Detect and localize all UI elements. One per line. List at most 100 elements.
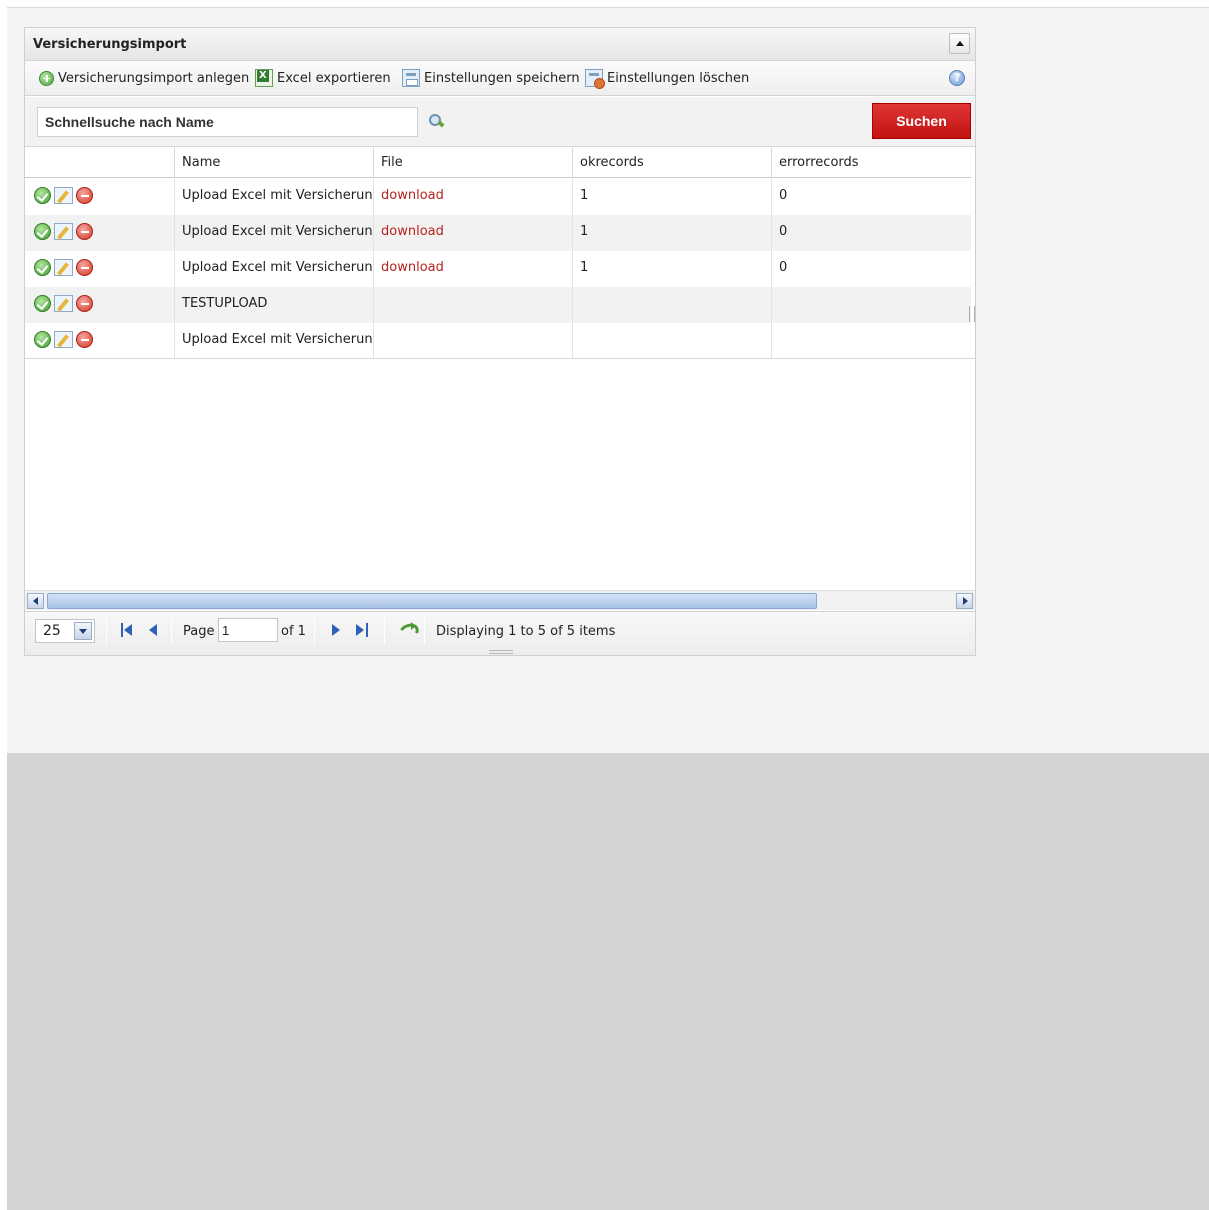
download-link[interactable]: download <box>373 179 572 215</box>
table-row[interactable]: Upload Excel mit Versicherungsdaten down… <box>25 251 971 287</box>
lower-area <box>7 753 1209 1210</box>
separator <box>314 618 315 644</box>
page-size-select[interactable]: 25 <box>35 619 95 643</box>
page-count: of 1 <box>281 624 306 639</box>
panel-header: Versicherungsimport <box>25 28 975 61</box>
paging-toolbar: 25 Page of 1 Displaying 1 to 5 of 5 item… <box>25 611 975 655</box>
download-link[interactable]: download <box>373 251 572 287</box>
row-actions <box>34 295 93 312</box>
cell-okrecords <box>572 287 771 323</box>
chevron-down-icon[interactable] <box>74 622 92 640</box>
edit-icon[interactable] <box>54 331 73 348</box>
cell-name: TESTUPLOAD <box>174 287 373 323</box>
column-header-errorrecords[interactable]: errorrecords <box>771 148 971 178</box>
cell-name: Upload Excel mit Versicherungsdaten <box>174 215 373 251</box>
cell-errorrecords: 0 <box>771 251 971 287</box>
excel-export-label: Excel exportieren <box>277 70 391 86</box>
column-header-file[interactable]: File <box>373 148 572 178</box>
row-actions <box>34 187 93 204</box>
quick-search-input[interactable] <box>37 107 418 137</box>
delete-settings-button[interactable]: Einstellungen löschen <box>585 69 750 89</box>
scroll-right-icon[interactable] <box>956 593 973 609</box>
cell-file <box>373 287 572 323</box>
separator <box>106 618 107 644</box>
remove-icon[interactable] <box>76 295 93 312</box>
page-size-value: 25 <box>43 623 61 639</box>
scroll-left-icon[interactable] <box>27 593 44 609</box>
column-header-actions[interactable] <box>25 148 174 178</box>
add-import-label: Versicherungsimport anlegen <box>58 70 250 86</box>
cell-okrecords <box>572 323 771 359</box>
edit-icon[interactable] <box>54 295 73 312</box>
cell-name: Upload Excel mit Versicherungsdaten <box>174 179 373 215</box>
collapse-button[interactable] <box>949 33 970 54</box>
prev-page-icon[interactable] <box>146 623 160 637</box>
edit-icon[interactable] <box>54 187 73 204</box>
search-button[interactable]: Suchen <box>872 103 971 139</box>
cell-errorrecords <box>771 287 971 323</box>
table-row[interactable]: TESTUPLOAD <box>25 287 971 323</box>
table-row[interactable]: Upload Excel mit Versicherungsdaten down… <box>25 179 971 215</box>
add-import-button[interactable]: Versicherungsimport anlegen <box>39 69 249 87</box>
cell-okrecords: 1 <box>572 251 771 287</box>
save-settings-icon <box>402 69 420 87</box>
cell-errorrecords: 0 <box>771 215 971 251</box>
separator <box>171 618 172 644</box>
horizontal-scrollbar[interactable] <box>25 590 975 610</box>
delete-settings-label: Einstellungen löschen <box>607 70 750 86</box>
approve-icon[interactable] <box>34 295 51 312</box>
resize-handle[interactable] <box>489 650 513 654</box>
help-icon[interactable] <box>949 70 965 86</box>
download-link[interactable]: download <box>373 215 572 251</box>
edit-icon[interactable] <box>54 223 73 240</box>
toolbar: Versicherungsimport anlegen Excel export… <box>25 61 975 96</box>
edit-icon[interactable] <box>54 259 73 276</box>
row-actions <box>34 259 93 276</box>
vertical-scroll-grip[interactable] <box>969 306 975 322</box>
excel-export-button[interactable]: Excel exportieren <box>255 69 391 87</box>
column-header-okrecords[interactable]: okrecords <box>572 148 771 178</box>
page-label: Page <box>183 624 215 639</box>
cell-name: Upload Excel mit Versicherungsdaten <box>174 323 373 359</box>
cell-errorrecords <box>771 323 971 359</box>
separator <box>424 618 425 644</box>
delete-settings-icon <box>585 69 605 89</box>
cell-file <box>373 323 572 359</box>
approve-icon[interactable] <box>34 331 51 348</box>
excel-icon <box>255 69 273 87</box>
scrollbar-thumb[interactable] <box>47 593 817 609</box>
cell-name: Upload Excel mit Versicherungsdaten <box>174 251 373 287</box>
approve-icon[interactable] <box>34 223 51 240</box>
row-actions <box>34 223 93 240</box>
panel-title: Versicherungsimport <box>33 37 187 52</box>
table-row[interactable]: Upload Excel mit Versicherungsdaten down… <box>25 215 971 251</box>
refresh-icon[interactable] <box>398 621 416 639</box>
cell-okrecords: 1 <box>572 179 771 215</box>
approve-icon[interactable] <box>34 259 51 276</box>
save-settings-label: Einstellungen speichern <box>424 70 580 86</box>
page-number-input[interactable] <box>218 618 278 642</box>
cell-errorrecords: 0 <box>771 179 971 215</box>
remove-icon[interactable] <box>76 223 93 240</box>
row-actions <box>34 331 93 348</box>
remove-icon[interactable] <box>76 331 93 348</box>
grid-header: Name File okrecords errorrecords <box>25 148 971 178</box>
search-bar: Suchen <box>25 97 975 147</box>
versicherungsimport-panel: Versicherungsimport Versicherungsimport … <box>24 27 976 656</box>
first-page-icon[interactable] <box>120 623 134 637</box>
last-page-icon[interactable] <box>355 623 369 637</box>
remove-icon[interactable] <box>76 259 93 276</box>
separator <box>384 618 385 644</box>
add-icon <box>39 70 54 86</box>
cell-okrecords: 1 <box>572 215 771 251</box>
grid-bottom-line <box>25 358 975 359</box>
column-header-name[interactable]: Name <box>174 148 373 178</box>
top-border <box>7 0 1209 8</box>
remove-icon[interactable] <box>76 187 93 204</box>
search-icon[interactable] <box>429 114 443 128</box>
save-settings-button[interactable]: Einstellungen speichern <box>402 69 580 87</box>
next-page-icon[interactable] <box>329 623 343 637</box>
approve-icon[interactable] <box>34 187 51 204</box>
table-row[interactable]: Upload Excel mit Versicherungsdaten <box>25 323 971 359</box>
displaying-info: Displaying 1 to 5 of 5 items <box>436 624 616 639</box>
